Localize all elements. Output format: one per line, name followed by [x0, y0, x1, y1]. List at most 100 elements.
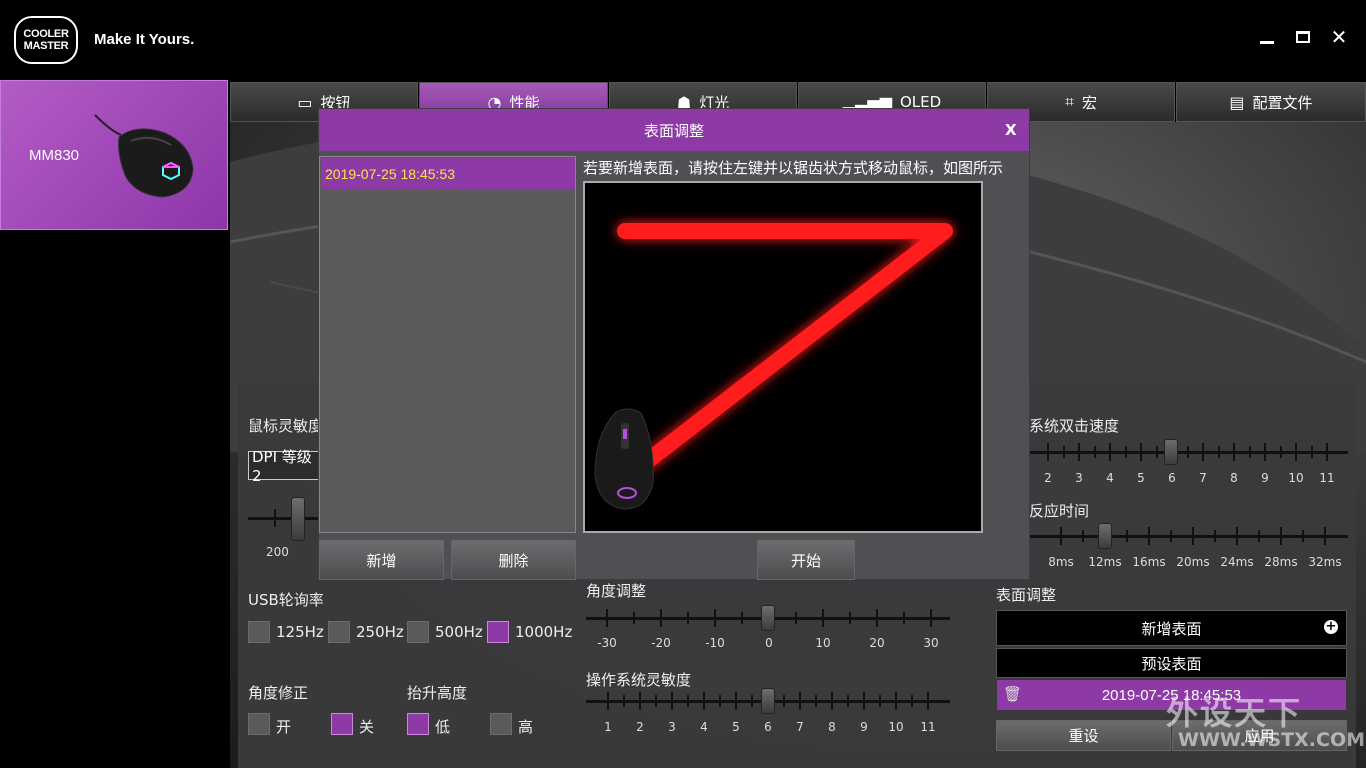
dialog-title-text: 表面调整 [643, 121, 704, 140]
slider-tick-label: -20 [651, 636, 671, 650]
logo-line1: COOLER [23, 28, 69, 40]
slider-tick-label: 16ms [1132, 555, 1166, 569]
zigzag-trace [617, 223, 953, 471]
dialog-add-button[interactable]: 新增 [319, 540, 444, 580]
mouse-icon: ▭ [297, 92, 313, 112]
slider-minor-tick [795, 612, 797, 624]
slider-minor-tick [1248, 446, 1251, 458]
slider-minor-tick [903, 612, 905, 624]
slider-tick-label: 10 [888, 720, 904, 734]
slider-tick-label: -10 [705, 636, 725, 650]
slider-tick-label: 20 [869, 636, 885, 650]
double-click-thumb[interactable] [1164, 439, 1178, 465]
slider-tick-label: 32ms [1308, 555, 1342, 569]
slider-tick [1326, 443, 1328, 461]
usb-250-label: 250Hz [356, 623, 404, 641]
lift-high-label: 高 [518, 718, 534, 736]
slider-tick-label: 6 [764, 720, 772, 734]
usb-500-checkbox[interactable] [407, 621, 429, 643]
slider-tick-label: -30 [597, 636, 617, 650]
response-time-thumb[interactable] [1098, 523, 1112, 549]
os-sensitivity-thumb[interactable] [761, 688, 775, 714]
dialog-close-button[interactable]: X [1005, 121, 1017, 139]
mouse-icon [594, 408, 654, 510]
slider-minor-tick [783, 695, 785, 707]
slider-minor-tick [687, 612, 689, 624]
slider-tick-label: 11 [920, 720, 936, 734]
slider-tick-label: 7 [796, 720, 804, 734]
dpi-select[interactable]: DPI 等级2 [248, 448, 320, 485]
watermark-logo: 外设天下 [1166, 694, 1303, 732]
close-icon: ✕ [1330, 25, 1348, 49]
angle-adjust-slider[interactable] [586, 603, 950, 633]
lift-height-label: 抬升高度 [407, 684, 468, 702]
slider-tick-label: 12ms [1088, 555, 1122, 569]
app-window: COOLER MASTER Make It Yours. ✕ MM830 ▭ 按钮… [0, 0, 1366, 768]
usb-250-checkbox[interactable] [328, 621, 350, 643]
sensitivity-label: 鼠标灵敏度 [248, 417, 324, 435]
dialog-start-button[interactable]: 开始 [757, 540, 855, 580]
minimize-button[interactable] [1254, 24, 1280, 50]
lift-low-label: 低 [435, 718, 451, 736]
mouse-thumbnail [94, 114, 194, 198]
slider-tick-label: 11 [1319, 471, 1335, 485]
slider-minor-tick [1082, 530, 1084, 542]
slider-tick-label: 8ms [1048, 555, 1074, 569]
tab-profiles[interactable]: ▤ 配置文件 [1176, 82, 1366, 122]
angle-fix-on-checkbox[interactable] [248, 713, 270, 735]
angle-adjust-label: 角度调整 [586, 582, 647, 600]
response-time-slider[interactable] [1030, 521, 1348, 551]
dialog-delete-button[interactable]: 删除 [451, 540, 576, 580]
slider-tick [822, 609, 824, 627]
angle-adjust-thumb[interactable] [761, 605, 775, 631]
slider-tick-label: 9 [1261, 471, 1269, 485]
add-surface-button[interactable]: 新增表面 + [996, 610, 1347, 646]
angle-fix-off-checkbox[interactable] [331, 713, 353, 735]
slider-minor-tick [1214, 530, 1216, 542]
slider-tick-label: 30 [923, 636, 939, 650]
os-sensitivity-slider[interactable] [586, 686, 950, 716]
lift-high-checkbox[interactable] [490, 713, 512, 735]
add-surface-label: 新增表面 [1141, 619, 1202, 638]
slider-minor-tick [815, 695, 817, 707]
preset-surface-label: 预设表面 [1141, 654, 1202, 673]
close-button[interactable]: ✕ [1326, 24, 1352, 50]
surface-list-item[interactable]: 2019-07-25 18:45:53 [321, 158, 575, 189]
slider-tick [1295, 443, 1297, 461]
slider-minor-tick [1170, 530, 1172, 542]
plus-circle-icon: + [1324, 619, 1338, 634]
lift-low-checkbox[interactable] [407, 713, 429, 735]
zigzag-preview [583, 181, 983, 533]
logo-line2: MASTER [23, 40, 69, 52]
double-click-label: 系统双击速度 [1029, 417, 1120, 435]
dialog-title: 表面调整 [319, 109, 1029, 151]
watermark-url: WWW.WSTX.COM [1178, 729, 1366, 751]
usb-1000-checkbox[interactable] [487, 621, 509, 643]
maximize-button[interactable] [1290, 24, 1316, 50]
dpi-slider-thumb[interactable] [291, 497, 305, 541]
dialog-instruction: 若要新增表面，请按住左键并以锯齿状方式移动鼠标，如图所示 [583, 159, 1004, 177]
slider-tick-label: 9 [860, 720, 868, 734]
slider-minor-tick [1186, 446, 1189, 458]
folder-icon: ▤ [1229, 92, 1245, 112]
angle-fix-label: 角度修正 [248, 684, 309, 702]
reset-button[interactable]: 重设 [996, 720, 1171, 751]
slider-tick-label: 4 [1106, 471, 1114, 485]
tab-label: 宏 [1082, 93, 1098, 112]
device-card[interactable]: MM830 [0, 80, 228, 230]
double-click-slider[interactable] [1030, 437, 1348, 467]
minimize-icon [1260, 40, 1274, 44]
slider-tick-label: 7 [1199, 471, 1207, 485]
slider-tick-label: 28ms [1264, 555, 1298, 569]
slider-minor-tick [849, 612, 851, 624]
usb-125-checkbox[interactable] [248, 621, 270, 643]
angle-fix-off-label: 关 [359, 718, 375, 736]
preset-surface-button[interactable]: 预设表面 [996, 648, 1347, 678]
surface-list: 2019-07-25 18:45:53 [319, 156, 576, 533]
slider-tick-label: 1 [604, 720, 612, 734]
trash-icon[interactable]: 🗑 [1003, 685, 1022, 703]
slider-tick-label: 2 [1044, 471, 1052, 485]
slider-minor-tick [751, 695, 753, 707]
slider-tick [831, 692, 833, 710]
dpi-slider[interactable] [248, 497, 318, 541]
